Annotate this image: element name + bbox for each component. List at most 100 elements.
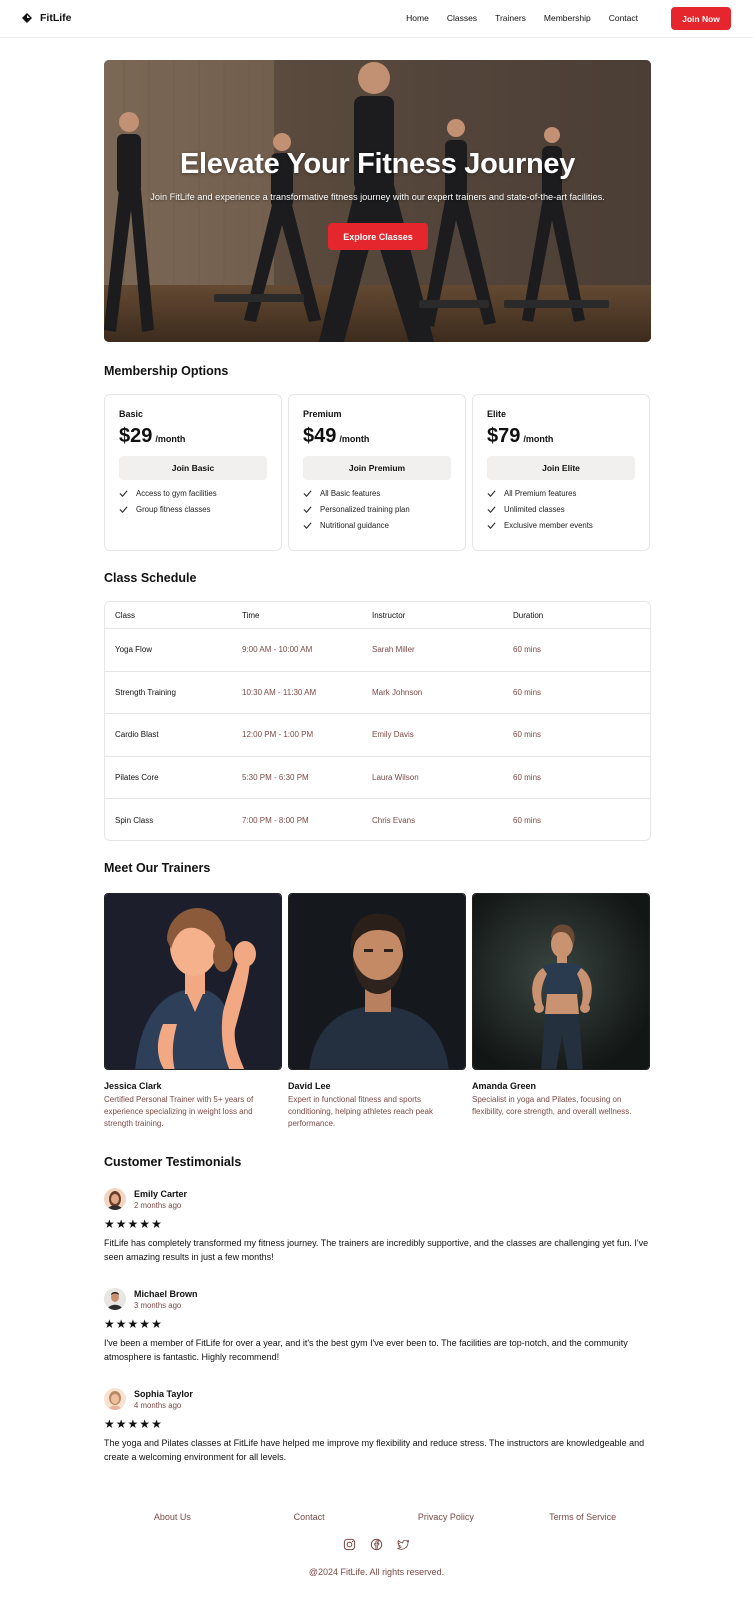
nav-link-contact[interactable]: Contact (609, 13, 638, 23)
cell-time: 9:00 AM - 10:00 AM (242, 645, 313, 655)
table-row: Spin Class 7:00 PM - 8:00 PM Chris Evans… (105, 799, 650, 840)
check-icon (487, 506, 496, 513)
plan-price: $29 /month (119, 425, 267, 448)
cell-class: Pilates Core (115, 772, 159, 782)
plan-card-elite: Elite $79 /month Join Elite All Premium … (472, 394, 650, 551)
testimonial-header: Emily Carter 2 months ago (104, 1188, 651, 1210)
trainer-card: Amanda Green Specialist in yoga and Pila… (472, 893, 650, 1118)
column-header: Duration (513, 610, 544, 620)
footer-link-contact[interactable]: Contact (241, 1512, 378, 1522)
trainer-bio: Expert in functional fitness and sports … (288, 1095, 433, 1128)
cell-class: Cardio Blast (115, 730, 159, 740)
star-icon: ★ (127, 1317, 139, 1331)
join-premium-button[interactable]: Join Premium (303, 456, 451, 480)
check-icon (303, 490, 312, 497)
column-header: Class (115, 610, 136, 620)
footer-link-terms[interactable]: Terms of Service (514, 1512, 651, 1522)
star-icon: ★ (104, 1217, 115, 1231)
star-icon: ★ (139, 1217, 151, 1231)
cell-class: Strength Training (115, 687, 176, 697)
reviewer-name: Sophia Taylor (134, 1388, 193, 1399)
facebook-icon[interactable] (370, 1538, 383, 1551)
hero-subtitle: Join FitLife and experience a transforma… (150, 192, 605, 202)
nav-link-membership[interactable]: Membership (544, 13, 591, 23)
review-text: The yoga and Pilates classes at FitLife … (104, 1438, 645, 1462)
trainer-card: David Lee Expert in functional fitness a… (288, 893, 466, 1130)
cell-instructor: Sarah Miller (372, 645, 415, 655)
price-period: /month (155, 434, 186, 444)
plan-name: Premium (303, 409, 342, 419)
footer-link-privacy[interactable]: Privacy Policy (378, 1512, 515, 1522)
join-now-button[interactable]: Join Now (671, 7, 731, 30)
review-date: 3 months ago (134, 1300, 182, 1310)
star-icon: ★ (115, 1417, 127, 1431)
nav-links: Home Classes Trainers Membership Contact (388, 13, 638, 23)
feature-list: All Basic features Personalized training… (303, 489, 451, 530)
trainer-name: Amanda Green (472, 1081, 537, 1091)
instagram-icon[interactable] (343, 1538, 356, 1551)
cell-duration: 60 mins (513, 730, 542, 740)
trainers-title: Meet Our Trainers (104, 861, 211, 875)
schedule-title: Class Schedule (104, 571, 197, 585)
trainer-name: Jessica Clark (104, 1081, 162, 1091)
cell-duration: 60 mins (513, 687, 542, 697)
star-icon: ★ (115, 1317, 127, 1331)
join-elite-button[interactable]: Join Elite (487, 456, 635, 480)
feature-list: Access to gym facilities Group fitness c… (119, 489, 267, 514)
nav-link-home[interactable]: Home (406, 13, 429, 23)
hero-banner: Elevate Your Fitness Journey Join FitLif… (104, 60, 651, 342)
star-icon: ★ (151, 1217, 162, 1231)
trainer-bio: Certified Personal Trainer with 5+ years… (104, 1095, 254, 1128)
nav-link-trainers[interactable]: Trainers (495, 13, 526, 23)
price-amount: $29 (119, 425, 153, 447)
cell-duration: 60 mins (513, 815, 542, 825)
trainer-card: Jessica Clark Certified Personal Trainer… (104, 893, 282, 1130)
check-icon (487, 522, 496, 529)
trainer-name: David Lee (288, 1081, 331, 1091)
table-row: Yoga Flow 9:00 AM - 10:00 AM Sarah Mille… (105, 629, 650, 672)
check-icon (487, 490, 496, 497)
cell-class: Spin Class (115, 815, 154, 825)
check-icon (303, 506, 312, 513)
review-text: I've been a member of FitLife for over a… (104, 1338, 628, 1362)
review-date: 4 months ago (134, 1400, 182, 1410)
star-icon: ★ (127, 1217, 139, 1231)
testimonial: Emily Carter 2 months ago ★ ★ ★ ★ ★ FitLife … (104, 1188, 651, 1264)
price-amount: $79 (487, 425, 521, 447)
feature-item: All Basic features (303, 489, 451, 498)
cell-duration: 60 mins (513, 772, 542, 782)
star-icon: ★ (151, 1317, 162, 1331)
nav-link-classes[interactable]: Classes (447, 13, 477, 23)
cell-class: Yoga Flow (115, 645, 153, 655)
cell-time: 12:00 PM - 1:00 PM (242, 730, 314, 740)
star-icon: ★ (104, 1317, 115, 1331)
check-icon (119, 490, 128, 497)
avatar (104, 1288, 126, 1310)
price-period: /month (523, 434, 554, 444)
feature-item: Group fitness classes (119, 505, 267, 514)
table-row: Pilates Core 5:30 PM - 6:30 PM Laura Wil… (105, 757, 650, 799)
brand-logo[interactable]: FitLife (22, 12, 72, 24)
cell-instructor: Emily Davis (372, 730, 414, 740)
plan-name: Basic (119, 409, 144, 419)
twitter-icon[interactable] (397, 1538, 410, 1551)
plan-price: $49 /month (303, 425, 451, 448)
review-text: FitLife has completely transformed my fi… (104, 1238, 649, 1262)
top-nav: FitLife Home Classes Trainers Membership… (0, 0, 753, 38)
brand-name: FitLife (40, 12, 72, 24)
feature-item: Unlimited classes (487, 505, 635, 514)
star-rating: ★ ★ ★ ★ ★ (104, 1418, 651, 1430)
feature-item: Nutritional guidance (303, 521, 451, 530)
trainer-photo (288, 893, 466, 1070)
reviewer-name: Michael Brown (134, 1288, 198, 1299)
star-icon: ★ (104, 1417, 115, 1431)
explore-classes-button[interactable]: Explore Classes (328, 223, 428, 250)
plan-price: $79 /month (487, 425, 635, 448)
join-basic-button[interactable]: Join Basic (119, 456, 267, 480)
plan-name: Elite (487, 409, 507, 419)
copyright-text: @2024 FitLife. All rights reserved. (308, 1567, 445, 1577)
footer-link-about[interactable]: About Us (104, 1512, 241, 1522)
feature-item: Access to gym facilities (119, 489, 267, 498)
star-icon: ★ (139, 1317, 151, 1331)
cell-instructor: Mark Johnson (372, 687, 423, 697)
